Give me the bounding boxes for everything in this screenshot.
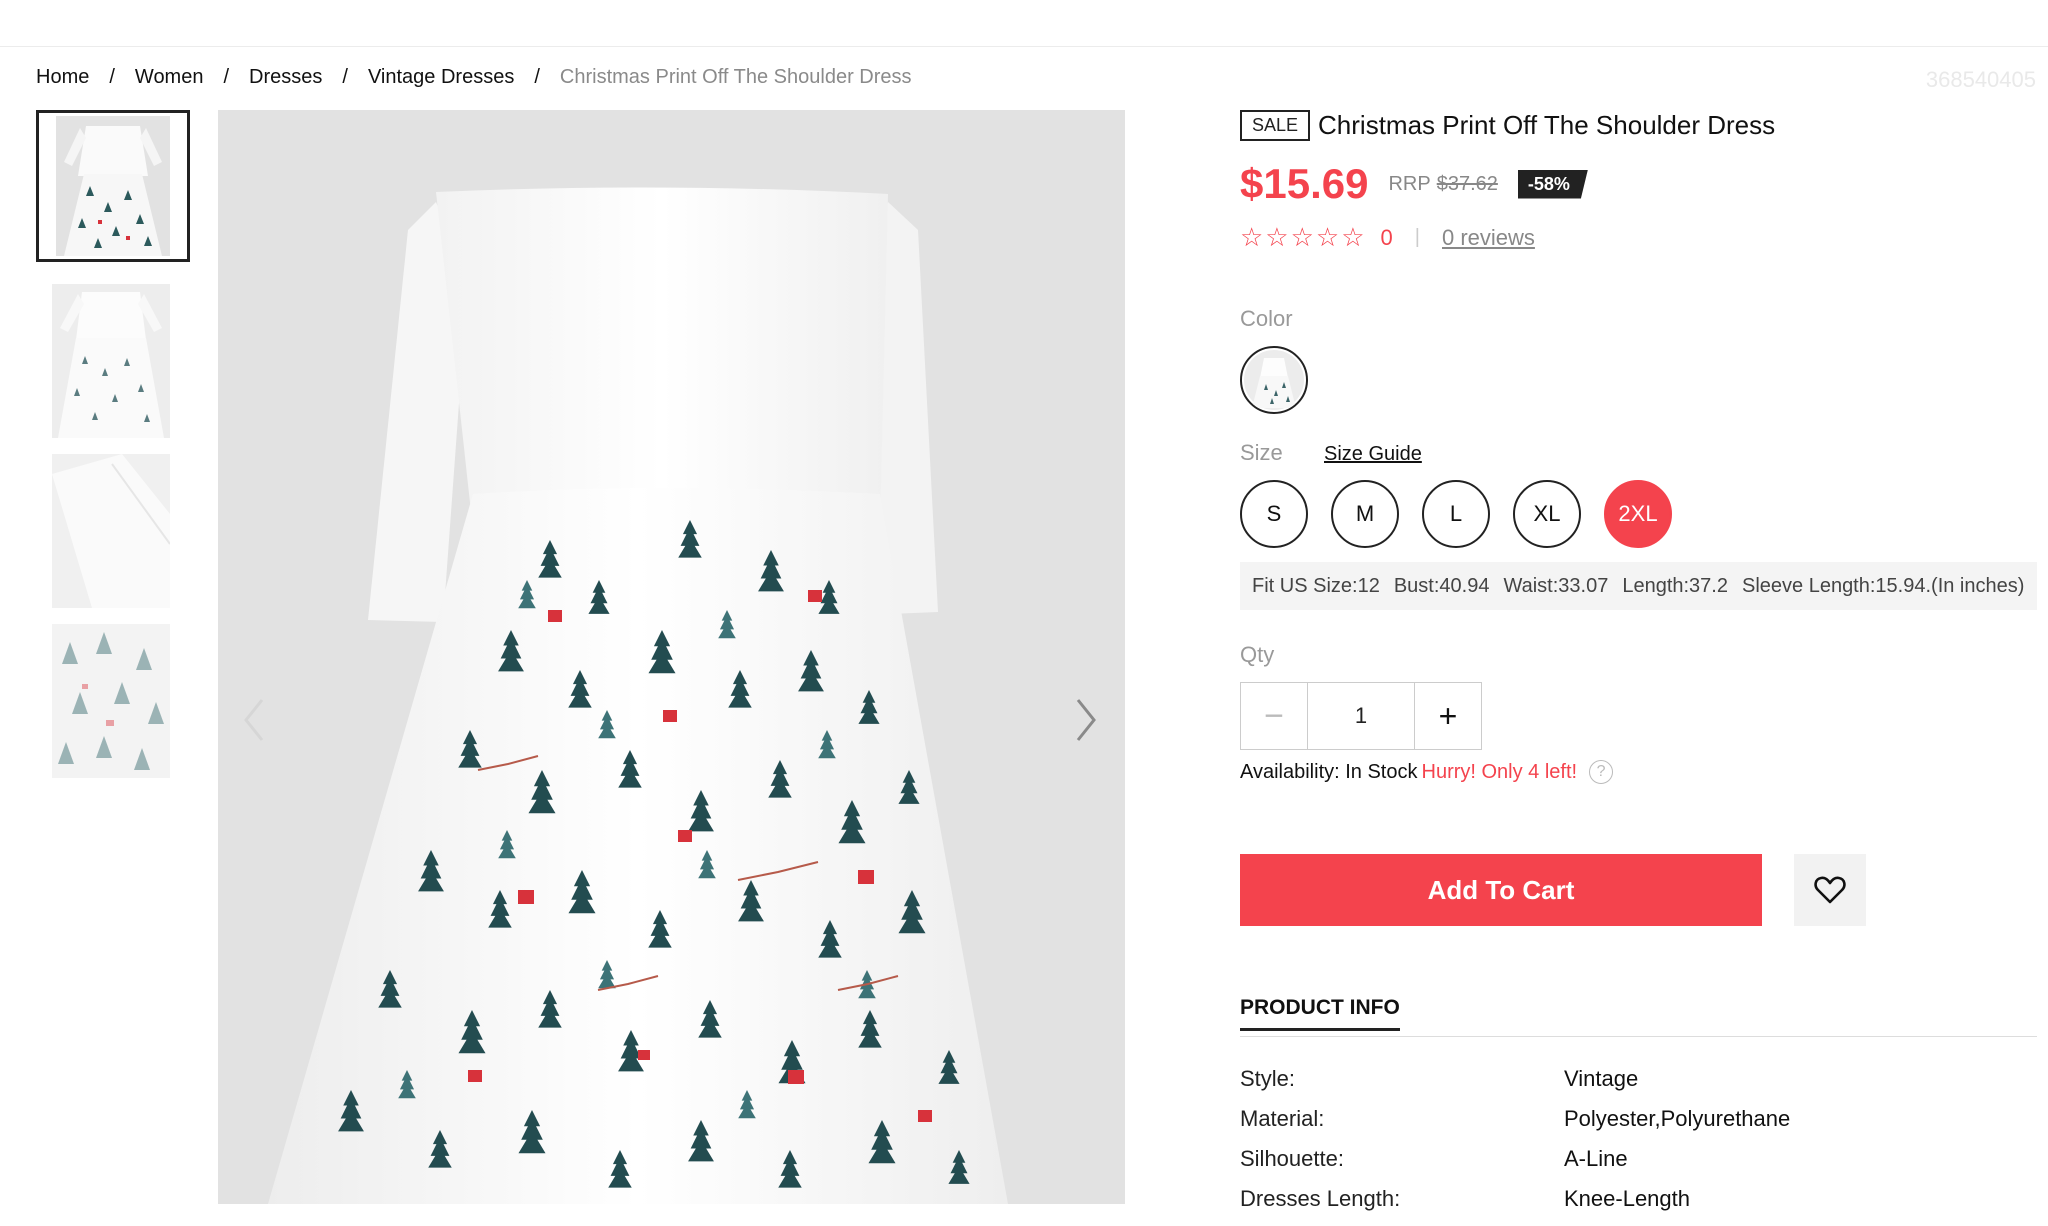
next-image-arrow[interactable] — [1068, 690, 1108, 750]
sale-badge: SALE — [1240, 110, 1311, 141]
thumbnail-image — [52, 454, 170, 608]
chevron-left-icon — [244, 699, 264, 741]
add-to-cart-button[interactable]: Add To Cart — [1240, 854, 1762, 926]
thumbnail-4[interactable] — [36, 620, 190, 778]
size-option-xl[interactable]: XL — [1513, 480, 1581, 548]
spec-key: Dresses Length: — [1240, 1186, 1401, 1211]
color-label: Color — [1240, 306, 1293, 331]
dress-illustration — [218, 110, 1125, 1204]
size-label: Size — [1240, 440, 1283, 465]
current-price: $15.69 — [1240, 160, 1369, 207]
size-option-l[interactable]: L — [1422, 480, 1490, 548]
main-product-image[interactable] — [218, 110, 1125, 1204]
thumbnail-3[interactable] — [36, 450, 190, 608]
size-option-s[interactable]: S — [1240, 480, 1308, 548]
spec-key: Style: — [1240, 1066, 1296, 1091]
fit-us-size: Fit US Size:12 — [1252, 574, 1380, 597]
breadcrumb-separator: / — [223, 66, 230, 88]
thumbnail-image — [52, 624, 170, 778]
rating-count: 0 — [1380, 224, 1393, 250]
product-specs: Style: Vintage Material: Polyester,Polyu… — [1240, 1066, 2037, 1226]
title-row: SALE Christmas Print Off The Shoulder Dr… — [1240, 110, 2040, 141]
thumbnail-image — [52, 284, 170, 438]
spec-value: A-Line — [1564, 1146, 1628, 1171]
thumbnail-image — [56, 116, 170, 256]
availability-status: Availability: In Stock — [1240, 760, 1418, 783]
qty-decrease-button[interactable]: − — [1240, 682, 1308, 750]
chevron-right-icon — [1076, 699, 1096, 741]
breadcrumb-home[interactable]: Home — [36, 66, 89, 89]
fit-bust: Bust:40.94 — [1393, 574, 1490, 597]
size-option-m[interactable]: M — [1331, 480, 1399, 548]
qty-input[interactable]: 1 — [1308, 682, 1414, 750]
sku-number: 368540405 — [1925, 67, 2036, 92]
breadcrumb-current: Christmas Print Off The Shoulder Dress — [559, 66, 912, 88]
product-info-panel: SALE Christmas Print Off The Shoulder Dr… — [1240, 110, 2040, 1211]
thumbnail-2[interactable] — [36, 280, 190, 438]
star-rating-icon: ☆☆☆☆☆ — [1240, 222, 1367, 252]
qty-label: Qty — [1240, 642, 1275, 667]
color-swatch[interactable] — [1240, 346, 1308, 414]
color-swatch-image — [1244, 350, 1304, 410]
reviews-link[interactable]: 0 reviews — [1442, 225, 1535, 251]
fit-length: Length:37.2 — [1622, 574, 1728, 597]
availability-row: Availability: In Stock Hurry! Only 4 lef… — [1240, 760, 1614, 784]
discount-badge: -58% — [1517, 169, 1588, 199]
spec-row: Silhouette: A-Line — [1240, 1146, 2037, 1186]
spec-row: Dresses Length: Knee-Length — [1240, 1186, 2037, 1226]
spec-row: Style: Vintage — [1240, 1066, 2037, 1106]
spec-value: Knee-Length — [1564, 1186, 1690, 1211]
breadcrumb-vintage-dresses[interactable]: Vintage Dresses — [368, 66, 514, 89]
breadcrumb: Home / Women / Dresses / Vintage Dresses… — [36, 66, 912, 89]
low-stock-warning: Hurry! Only 4 left! — [1421, 760, 1578, 783]
spec-key: Silhouette: — [1240, 1146, 1344, 1171]
rating-row: ☆☆☆☆☆ 0 | 0 reviews — [1240, 222, 1535, 253]
breadcrumb-women[interactable]: Women — [135, 66, 204, 89]
thumbnail-1[interactable] — [36, 110, 190, 262]
spec-row: Material: Polyester,Polyurethane — [1240, 1106, 2037, 1146]
product-title: Christmas Print Off The Shoulder Dress — [1318, 110, 1776, 140]
fit-waist: Waist:33.07 — [1503, 574, 1609, 597]
spec-value: Polyester,Polyurethane — [1564, 1106, 1791, 1131]
rrp-price: RRP $37.62 — [1388, 173, 1497, 196]
breadcrumb-separator: / — [534, 66, 540, 88]
size-fit-info: Fit US Size:12 Bust:40.94 Waist:33.07 Le… — [1240, 562, 2037, 610]
top-header-bar — [0, 0, 2048, 47]
wishlist-button[interactable] — [1794, 854, 1866, 926]
breadcrumb-separator: / — [342, 66, 348, 88]
spec-value: Vintage — [1564, 1066, 1639, 1091]
rating-divider: | — [1414, 226, 1420, 248]
fit-sleeve: Sleeve Length:15.94.(In inches) — [1741, 574, 2025, 597]
previous-image-arrow[interactable] — [232, 690, 272, 750]
question-circle-icon[interactable]: ? — [1589, 760, 1614, 784]
qty-increase-button[interactable]: + — [1414, 682, 1482, 750]
price-row: $15.69 RRP $37.62 -58% — [1240, 160, 1588, 208]
tab-product-info[interactable]: PRODUCT INFO — [1240, 996, 1400, 1031]
product-info-tabs: PRODUCT INFO — [1240, 996, 2037, 1037]
quantity-stepper: − 1 + — [1240, 682, 1482, 750]
rrp-label: RRP — [1388, 172, 1431, 195]
size-guide-link[interactable]: Size Guide — [1324, 443, 1422, 466]
rrp-value: $37.62 — [1436, 172, 1498, 195]
size-option-2xl[interactable]: 2XL — [1604, 480, 1672, 548]
spec-key: Material: — [1240, 1106, 1325, 1131]
heart-icon — [1814, 876, 1846, 904]
breadcrumb-separator: / — [109, 66, 115, 88]
breadcrumb-dresses[interactable]: Dresses — [249, 66, 322, 89]
size-options: S M L XL 2XL — [1240, 480, 1695, 548]
